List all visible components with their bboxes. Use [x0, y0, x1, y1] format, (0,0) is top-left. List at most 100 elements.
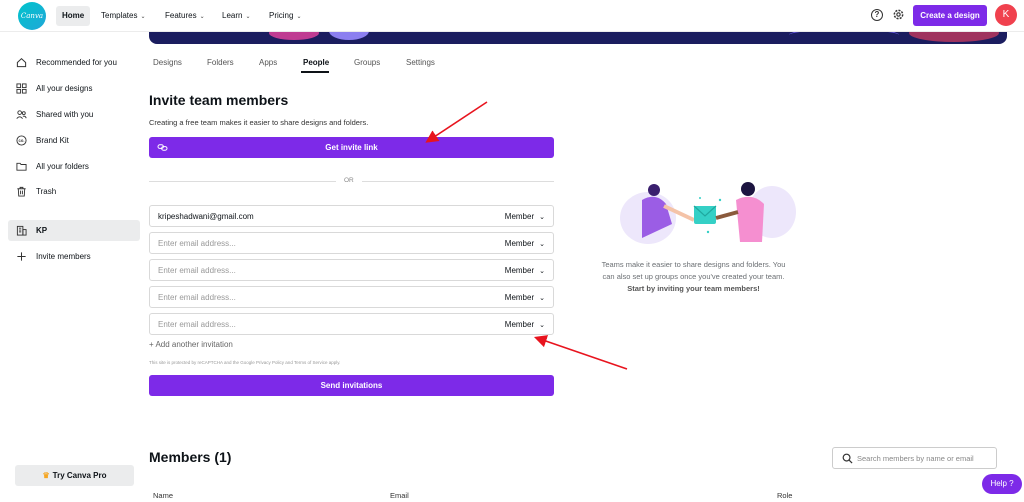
- sidebar-item-label: All your folders: [36, 162, 89, 171]
- sidebar-item-label: Invite members: [36, 252, 91, 261]
- nav-templates-label: Templates: [101, 11, 138, 20]
- help-button[interactable]: Help ?: [982, 474, 1022, 494]
- chevron-down-icon: ⌄: [140, 14, 146, 20]
- sidebar-item-label: Trash: [36, 187, 57, 196]
- nav-learn-label: Learn: [222, 11, 243, 20]
- brand-kit-icon: co.: [16, 135, 27, 146]
- nav-pricing[interactable]: Pricing ⌄: [263, 6, 307, 26]
- role-dropdown[interactable]: Member ⌄: [505, 239, 545, 248]
- tab-groups[interactable]: Groups: [354, 58, 380, 67]
- try-canva-pro-button[interactable]: ♛ Try Canva Pro: [15, 465, 134, 486]
- email-field[interactable]: Enter email address...: [158, 320, 236, 329]
- sidebar-item-folders[interactable]: All your folders: [8, 156, 140, 177]
- email-field[interactable]: kripeshadwani@gmail.com: [158, 212, 254, 221]
- role-dropdown[interactable]: Member ⌄: [505, 320, 545, 329]
- grid-icon: [16, 83, 27, 94]
- recaptcha-notice: This site is protected by reCAPTCHA and …: [149, 360, 341, 365]
- users-icon: [16, 110, 27, 119]
- members-search-input[interactable]: Search members by name or email: [832, 447, 997, 469]
- invite-row: kripeshadwani@gmail.com Member ⌄: [149, 205, 554, 227]
- members-title: Members (1): [149, 449, 232, 465]
- chevron-down-icon: ⌄: [296, 14, 302, 20]
- sidebar-item-all-designs[interactable]: All your designs: [8, 78, 140, 99]
- link-icon: [157, 144, 168, 151]
- nav-templates[interactable]: Templates ⌄: [95, 6, 152, 26]
- nav-home[interactable]: Home: [56, 6, 91, 26]
- nav-features-label: Features: [165, 11, 197, 20]
- team-illustration: [620, 182, 796, 244]
- svg-text:co.: co.: [19, 138, 25, 143]
- sidebar-item-team-kp[interactable]: KP: [8, 220, 140, 241]
- plus-icon: [17, 252, 26, 261]
- send-invitations-button[interactable]: Send invitations: [149, 375, 554, 396]
- column-header-email: Email: [390, 491, 409, 500]
- invite-row: Enter email address... Member ⌄: [149, 259, 554, 281]
- role-label: Member: [504, 320, 535, 329]
- annotation-arrow: [533, 335, 628, 370]
- canva-logo[interactable]: Canva: [18, 2, 46, 30]
- invite-title: Invite team members: [149, 92, 289, 108]
- banner-shape: [329, 32, 369, 40]
- email-field[interactable]: Enter email address...: [158, 239, 236, 248]
- get-invite-link-button[interactable]: Get invite link: [149, 137, 554, 158]
- role-dropdown[interactable]: Member ⌄: [505, 212, 545, 221]
- nav-learn[interactable]: Learn ⌄: [216, 6, 257, 26]
- banner-shape: [909, 32, 999, 42]
- chevron-down-icon: ⌄: [539, 322, 545, 329]
- chevron-down-icon: ⌄: [539, 214, 545, 221]
- building-icon: [16, 225, 27, 236]
- active-tab-indicator: [301, 71, 329, 73]
- chevron-down-icon: ⌄: [199, 14, 205, 20]
- tab-people[interactable]: People: [303, 58, 329, 67]
- sidebar-item-label: KP: [36, 226, 48, 235]
- trash-icon: [17, 186, 26, 197]
- sidebar-item-brand-kit[interactable]: co. Brand Kit: [8, 130, 140, 151]
- sidebar-item-invite-members[interactable]: Invite members: [8, 246, 140, 267]
- folder-icon: [16, 162, 27, 171]
- sidebar-item-trash[interactable]: Trash: [8, 181, 140, 202]
- gear-icon[interactable]: [892, 8, 905, 21]
- tab-apps[interactable]: Apps: [259, 58, 277, 67]
- sidebar: Recommended for you All your designs Sha…: [0, 33, 148, 502]
- tab-designs[interactable]: Designs: [153, 58, 182, 67]
- invite-row: Enter email address... Member ⌄: [149, 232, 554, 254]
- column-header-role: Role: [777, 491, 793, 500]
- crown-icon: ♛: [42, 471, 50, 480]
- create-design-button[interactable]: Create a design: [913, 5, 987, 26]
- sidebar-item-shared[interactable]: Shared with you: [8, 104, 140, 125]
- teams-description-emphasis: Start by inviting your team members!: [627, 284, 760, 293]
- role-dropdown[interactable]: Member ⌄: [505, 293, 545, 302]
- nav-features[interactable]: Features ⌄: [159, 6, 211, 26]
- nav-home-label: Home: [62, 11, 85, 20]
- avatar[interactable]: K: [995, 4, 1017, 26]
- banner-shape: [269, 32, 319, 40]
- sidebar-item-recommended[interactable]: Recommended for you: [8, 52, 140, 73]
- divider: [149, 181, 336, 182]
- tab-folders[interactable]: Folders: [207, 58, 234, 67]
- sidebar-item-label: Brand Kit: [36, 136, 69, 145]
- add-another-invitation-link[interactable]: + Add another invitation: [149, 340, 233, 349]
- annotation-arrow: [425, 101, 488, 143]
- email-field[interactable]: Enter email address...: [158, 293, 236, 302]
- role-label: Member: [504, 266, 535, 275]
- help-icon[interactable]: ?: [871, 9, 883, 21]
- teams-description: Teams make it easier to share designs an…: [596, 259, 791, 295]
- role-label: Member: [504, 239, 535, 248]
- email-field[interactable]: Enter email address...: [158, 266, 236, 275]
- role-label: Member: [504, 293, 535, 302]
- role-dropdown[interactable]: Member ⌄: [505, 266, 545, 275]
- try-pro-label: Try Canva Pro: [52, 471, 107, 480]
- sidebar-item-label: Shared with you: [36, 110, 94, 119]
- sidebar-item-label: All your designs: [36, 84, 93, 93]
- role-label: Member: [504, 212, 535, 221]
- get-invite-link-label: Get invite link: [325, 143, 378, 152]
- banner-shape: [789, 32, 899, 42]
- sidebar-item-label: Recommended for you: [36, 58, 117, 67]
- top-navigation: Canva Home Templates ⌄ Features ⌄ Learn ⌄ P…: [0, 0, 1024, 32]
- divider: [362, 181, 554, 182]
- column-header-name: Name: [153, 491, 174, 500]
- search-icon: [842, 453, 853, 464]
- chevron-down-icon: ⌄: [245, 14, 251, 20]
- chevron-down-icon: ⌄: [539, 295, 545, 302]
- tab-settings[interactable]: Settings: [406, 58, 435, 67]
